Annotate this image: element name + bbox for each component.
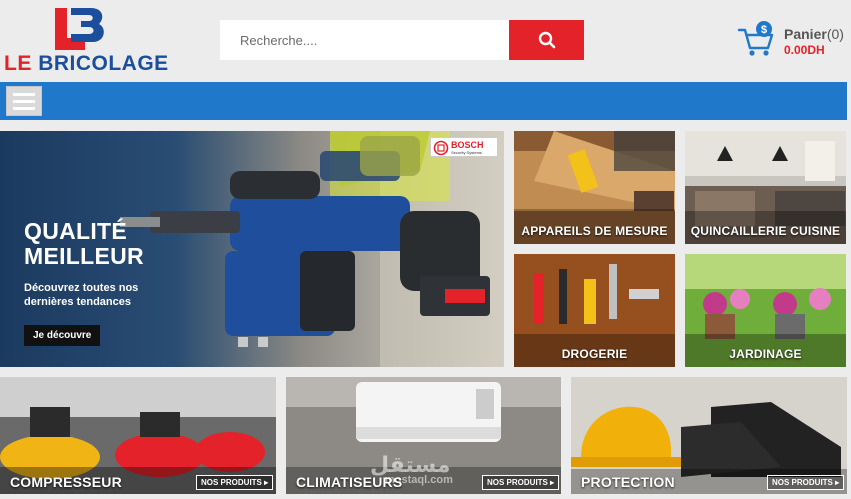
logo-text: LE BRICOLAGE [4, 52, 169, 76]
cart-label-text: Panier [784, 26, 827, 42]
category-label: PROTECTION [581, 474, 675, 490]
category-tile-compresseur[interactable]: COMPRESSEUR NOS PRODUITS ▸ [0, 377, 276, 494]
category-tile-protection[interactable]: PROTECTION NOS PRODUITS ▸ [571, 377, 847, 494]
cart-label: Panier(0) [784, 26, 844, 42]
category-label: APPAREILS DE MESURE [521, 224, 668, 238]
category-tile-cuisine[interactable]: QUINCAILLERIE CUISINE [685, 131, 846, 244]
nos-produits-button[interactable]: NOS PRODUITS ▸ [767, 475, 845, 490]
hamburger-icon-line [13, 92, 35, 96]
search-button[interactable] [509, 20, 584, 60]
category-tile-jardinage[interactable]: JARDINAGE [685, 254, 846, 367]
slider-dot[interactable] [238, 337, 248, 347]
watermark-sub: mostaql.com [385, 474, 453, 486]
category-label: DROGERIE [561, 347, 628, 361]
search-bar [220, 20, 584, 60]
hamburger-icon-line [13, 99, 35, 103]
cart-icon: $ [737, 21, 774, 56]
category-tile-mesure[interactable]: APPAREILS DE MESURE [514, 131, 675, 244]
category-label: JARDINAGE [729, 347, 802, 361]
hero-discover-button[interactable]: Je découvre [24, 325, 101, 346]
hamburger-menu-button[interactable] [6, 86, 42, 116]
logo-mark-icon [55, 8, 104, 50]
nos-produits-button[interactable]: NOS PRODUITS ▸ [482, 475, 560, 490]
brand-badge: BOSCH Security Systems [430, 137, 498, 157]
hero-subtitle: Découvrez toutes nos dernières tendances [24, 282, 139, 308]
brand-badge-sub: Security Systems [451, 150, 482, 155]
header: LE BRICOLAGE $ Panier(0) [0, 0, 851, 80]
hero-title: QUALITÉ MEILLEUR [24, 218, 144, 269]
nav-bar [0, 82, 847, 120]
nos-produits-button[interactable]: NOS PRODUITS ▸ [196, 475, 274, 490]
category-tile-drogerie[interactable]: DROGERIE [514, 254, 675, 367]
cart-count: (0) [826, 26, 844, 42]
slider-dot[interactable] [258, 337, 268, 347]
hero-slider[interactable]: BOSCH Security Systems QUALITÉ MEILLEUR … [0, 131, 504, 367]
page: LE BRICOLAGE $ Panier(0) [0, 0, 851, 499]
category-label: QUINCAILLERIE CUISINE [690, 224, 841, 238]
category-label: COMPRESSEUR [10, 474, 122, 490]
cart[interactable]: $ Panier(0) 0.00DH [737, 20, 849, 60]
logo-name: BRICOLAGE [38, 52, 169, 75]
slider-dots [238, 337, 268, 347]
brand-badge-name: BOSCH [451, 140, 484, 150]
svg-text:$: $ [761, 24, 767, 36]
logo-prefix: LE [4, 52, 32, 75]
search-input[interactable] [220, 20, 509, 60]
logo[interactable]: LE BRICOLAGE [4, 8, 168, 75]
cart-total: 0.00DH [784, 43, 825, 57]
bosch-logo-icon [433, 140, 449, 156]
hamburger-icon-line [13, 106, 35, 110]
search-icon [538, 31, 555, 49]
